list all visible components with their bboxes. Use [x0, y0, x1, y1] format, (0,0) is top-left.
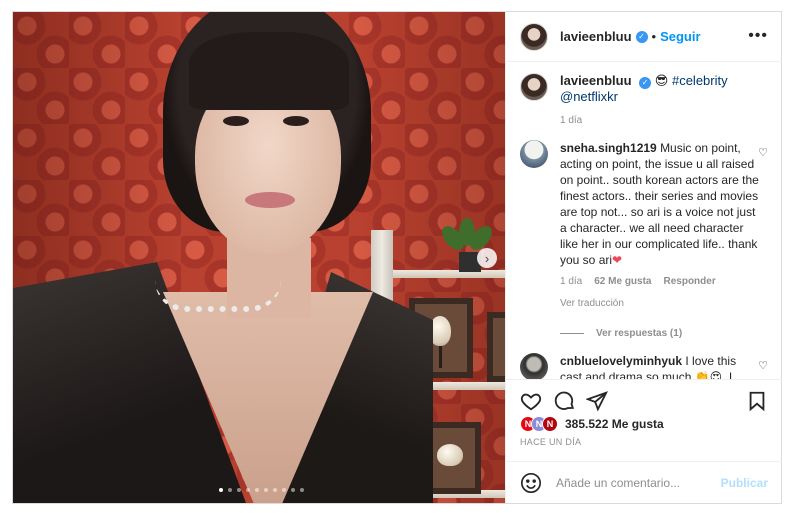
post-image[interactable]: ›: [13, 12, 505, 503]
carousel-dot: [255, 488, 259, 492]
heart-outline-icon[interactable]: ♡: [758, 359, 768, 372]
separator-dot: •: [651, 29, 657, 44]
view-replies-button[interactable]: Ver respuestas (1): [560, 328, 768, 339]
carousel-indicator: [219, 488, 304, 492]
carousel-next-button[interactable]: ›: [477, 248, 497, 268]
carousel-dot: [300, 488, 304, 492]
verified-badge-icon: ✓: [639, 77, 652, 89]
hashtag-link[interactable]: #celebrity: [672, 73, 728, 88]
translate-link[interactable]: Ver traducción: [560, 296, 760, 312]
post-dialog: › lavieenbluu ✓ • Seguir ••• lavieenbluu…: [12, 11, 782, 504]
comment-composer: Publicar: [506, 461, 782, 503]
chevron-right-icon: ›: [484, 250, 490, 266]
carousel-dot: [237, 488, 241, 492]
avatar[interactable]: [520, 22, 548, 51]
comment-time[interactable]: 1 día: [560, 274, 582, 290]
heart-emoji: ❤: [612, 253, 623, 267]
bookmark-icon[interactable]: [746, 390, 768, 412]
comment-item: cnbluelovelyminhyuk I love this cast and…: [520, 353, 768, 379]
avatar[interactable]: [520, 353, 548, 379]
comments-list[interactable]: lavieenbluu ✓ 😎 #celebrity @netflixkr 1 …: [506, 63, 782, 379]
publish-button[interactable]: Publicar: [721, 476, 768, 490]
comment-item: sneha.singh1219 Music on point, acting o…: [520, 140, 768, 312]
follow-button[interactable]: Seguir: [660, 29, 700, 44]
reply-button[interactable]: Responder: [664, 274, 716, 290]
action-bar: [506, 379, 782, 419]
carousel-dot: [282, 488, 286, 492]
more-options-icon[interactable]: •••: [748, 27, 768, 45]
netflix-avatar: N: [542, 416, 558, 432]
post-header: lavieenbluu ✓ • Seguir •••: [506, 12, 782, 62]
caption-time[interactable]: 1 día: [560, 115, 768, 126]
author-username[interactable]: lavieenbluu: [560, 29, 632, 44]
comment-likes[interactable]: 62 Me gusta: [594, 274, 651, 290]
mention-link[interactable]: @netflixkr: [560, 89, 618, 104]
verified-badge-icon: ✓: [635, 30, 648, 43]
caption-username[interactable]: lavieenbluu: [560, 73, 632, 88]
carousel-dot: [228, 488, 232, 492]
carousel-dot: [246, 488, 250, 492]
caption: lavieenbluu ✓ 😎 #celebrity @netflixkr: [520, 73, 768, 105]
comment-text: Music on point, acting on point, the iss…: [560, 141, 759, 267]
comment-username[interactable]: sneha.singh1219: [560, 141, 657, 155]
comment-username[interactable]: cnbluelovelyminhyuk: [560, 354, 682, 368]
caption-emoji: 😎: [654, 73, 669, 88]
carousel-dot: [264, 488, 268, 492]
carousel-dot: [291, 488, 295, 492]
view-replies-label: Ver respuestas (1): [596, 328, 683, 339]
heart-outline-icon[interactable]: ♡: [758, 146, 768, 159]
necklace: [155, 280, 281, 312]
comment-icon[interactable]: [554, 390, 576, 412]
carousel-dot: [273, 488, 277, 492]
emoji-icon[interactable]: [520, 472, 542, 494]
liker-avatars[interactable]: N N N: [520, 416, 558, 432]
post-panel: lavieenbluu ✓ • Seguir ••• lavieenbluu ✓…: [505, 12, 782, 503]
carousel-dot: [219, 488, 223, 492]
likes-summary: N N N 385.522 Me gusta: [520, 416, 664, 432]
likes-count[interactable]: 385.522 Me gusta: [565, 417, 664, 431]
avatar[interactable]: [520, 73, 548, 101]
share-icon[interactable]: [586, 390, 608, 412]
post-time[interactable]: HACE UN DÍA: [520, 437, 581, 447]
heart-icon[interactable]: [520, 390, 542, 412]
avatar[interactable]: [520, 140, 548, 168]
comment-input[interactable]: [556, 475, 721, 490]
